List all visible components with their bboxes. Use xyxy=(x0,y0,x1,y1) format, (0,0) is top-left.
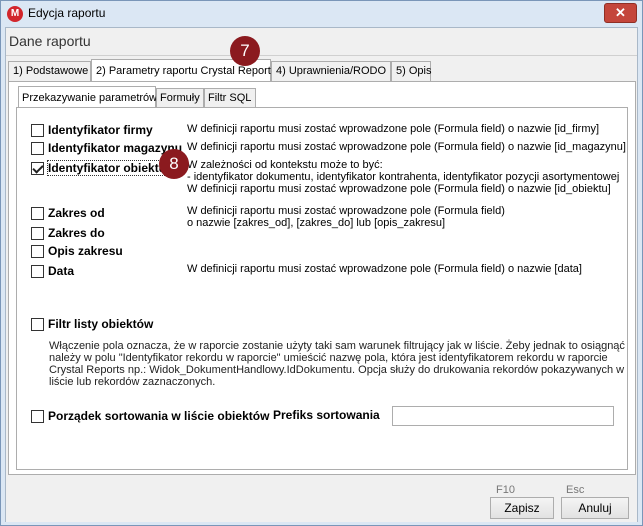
opis-zakresu-checkbox[interactable]: Opis zakresu xyxy=(31,243,123,259)
cancel-button[interactable]: Anuluj xyxy=(561,497,629,519)
checkbox-box[interactable] xyxy=(31,317,44,331)
zakres-od-checkbox[interactable]: Zakres od xyxy=(31,205,105,221)
checkbox-label: Identyfikator obiektu xyxy=(46,160,168,176)
porzadek-sortowania-checkbox[interactable]: Porządek sortowania w liście obiektów xyxy=(31,408,269,424)
tab-uprawnienia-rodo[interactable]: 4) Uprawnienia/RODO xyxy=(271,61,391,81)
prefix-input[interactable] xyxy=(392,406,614,426)
desc-line: W definicji raportu musi zostać wprowadz… xyxy=(187,205,505,217)
app-logo-icon: M xyxy=(7,6,23,22)
close-button[interactable]: ✕ xyxy=(604,3,637,23)
desc-line: W zależności od kontekstu może to być: xyxy=(187,159,383,171)
id-obiektu-checkbox[interactable]: Identyfikator obiektu xyxy=(31,160,168,176)
checkbox-label: Identyfikator firmy xyxy=(48,123,153,137)
desc-line: W definicji raportu musi zostać wprowadz… xyxy=(187,183,611,195)
report-edit-window: M Edycja raportu ✕ Dane raportu 1) Podst… xyxy=(0,0,643,526)
desc-line: Włączenie pola oznacza, że w raporcie zo… xyxy=(49,340,625,352)
id-obiektu-description: W zależności od kontekstu może to być: -… xyxy=(187,159,619,195)
header-band: Dane raportu xyxy=(6,28,637,56)
checkbox-box[interactable] xyxy=(31,244,44,258)
checkbox-label: Zakres do xyxy=(48,226,105,240)
desc-line: liście lub rekordów zaznaczonych. xyxy=(49,376,216,388)
page-title: Dane raportu xyxy=(9,33,91,49)
tab-opis[interactable]: 5) Opis xyxy=(391,61,431,81)
desc-line: o nazwie [zakres_od], [zakres_do] lub [o… xyxy=(187,217,446,229)
data-checkbox[interactable]: Data xyxy=(31,263,74,279)
checkbox-box[interactable] xyxy=(31,206,44,220)
step-marker-badge: 8 xyxy=(159,149,189,179)
title-bar[interactable]: M Edycja raportu ✕ xyxy=(1,1,642,27)
checkbox-box[interactable] xyxy=(31,409,44,423)
checkbox-box[interactable] xyxy=(31,226,44,240)
close-icon: ✕ xyxy=(615,5,626,20)
filtr-description: Włączenie pola oznacza, że w raporcie zo… xyxy=(49,340,625,388)
save-shortcut-hint: F10 xyxy=(496,484,515,496)
id-firmy-description: W definicji raportu musi zostać wprowadz… xyxy=(187,123,600,135)
window-client: Dane raportu 1) Podstawowe 2) Parametry … xyxy=(5,27,638,522)
checkbox-label: Porządek sortowania w liście obiektów xyxy=(48,409,270,423)
desc-line: - identyfikator dokumentu, identyfikator… xyxy=(187,171,620,183)
checkbox-label: Data xyxy=(48,264,75,278)
zakres-do-checkbox[interactable]: Zakres do xyxy=(31,225,105,241)
tab-podstawowe[interactable]: 1) Podstawowe xyxy=(8,61,91,81)
desc-line: należy w polu "Identyfikator rekordu w r… xyxy=(49,352,608,364)
id-firmy-checkbox[interactable]: Identyfikator firmy xyxy=(31,122,153,138)
checkbox-label: Zakres od xyxy=(48,206,105,220)
checkbox-box[interactable] xyxy=(31,123,44,137)
id-magazynu-description: W definicji raportu musi zostać wprowadz… xyxy=(187,141,626,153)
tab-przekazywanie-parametrow[interactable]: Przekazywanie parametrów xyxy=(18,86,157,107)
tab-filtr-sql[interactable]: Filtr SQL xyxy=(204,88,256,107)
checkbox-box[interactable] xyxy=(31,264,44,278)
parameter-passing-panel: Identyfikator firmy W definicji raportu … xyxy=(16,107,628,470)
footer-bar: F10 Esc Zapisz Anuluj xyxy=(6,476,637,522)
cancel-shortcut-hint: Esc xyxy=(566,484,585,496)
save-button[interactable]: Zapisz xyxy=(490,497,554,519)
window-title: Edycja raportu xyxy=(28,6,106,20)
tab-formuly[interactable]: Formuły xyxy=(156,88,204,107)
crystal-params-panel: Przekazywanie parametrów Formuły Filtr S… xyxy=(8,81,636,475)
data-description: W definicji raportu musi zostać wprowadz… xyxy=(187,263,582,275)
checkmark-icon[interactable] xyxy=(31,161,44,175)
desc-line: Crystal Reports np.: Widok_DokumentHandl… xyxy=(49,364,625,376)
prefix-label: Prefiks sortowania xyxy=(273,408,380,422)
filtr-listy-checkbox[interactable]: Filtr listy obiektów xyxy=(31,316,153,332)
zakres-description: W definicji raportu musi zostać wprowadz… xyxy=(187,205,505,229)
step-marker-badge: 7 xyxy=(230,36,260,66)
checkbox-box[interactable] xyxy=(31,141,44,155)
checkbox-label: Opis zakresu xyxy=(48,244,123,258)
id-magazynu-checkbox[interactable]: Identyfikator magazynu xyxy=(31,140,182,156)
checkbox-label: Filtr listy obiektów xyxy=(48,317,154,331)
